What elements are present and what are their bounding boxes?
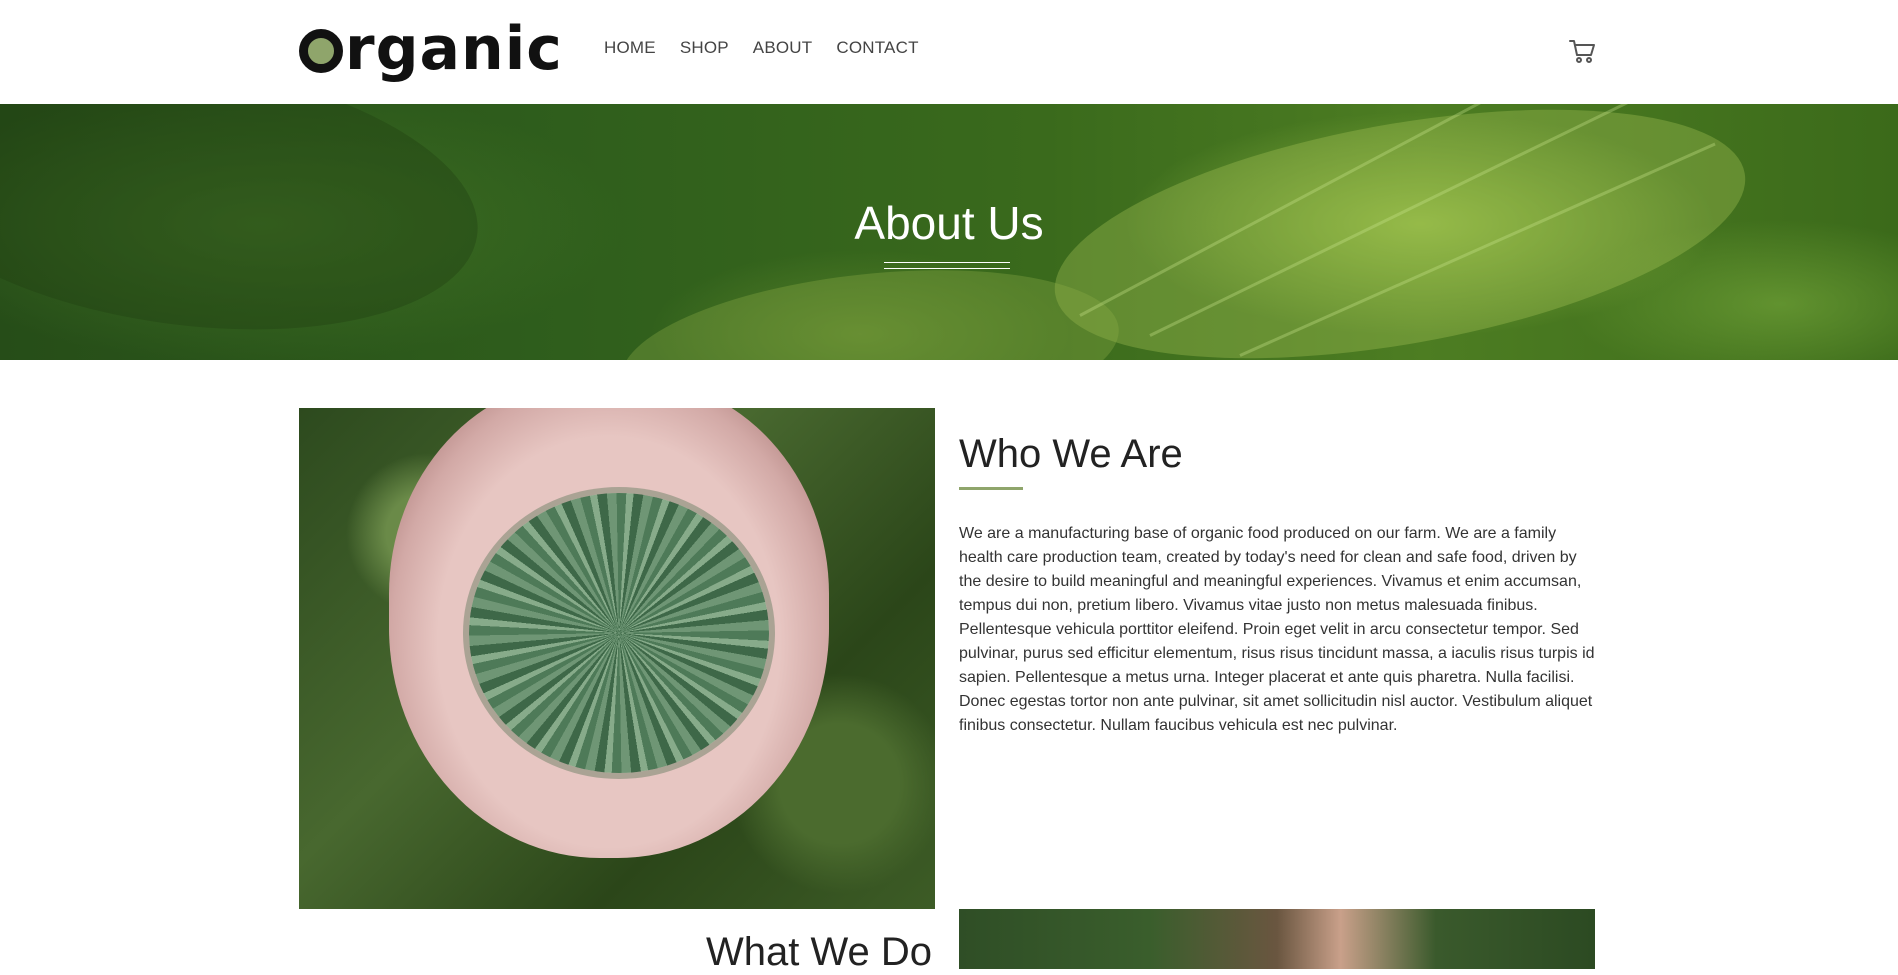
nav-home[interactable]: HOME [604, 38, 656, 58]
banner-leaf-shape [613, 248, 1127, 360]
logo-o-icon [299, 29, 343, 73]
hands-with-needles-image [299, 408, 935, 909]
site-header: rganic HOME SHOP ABOUT CONTACT [0, 0, 1898, 104]
nav-contact[interactable]: CONTACT [836, 38, 918, 58]
nav-about[interactable]: ABOUT [753, 38, 813, 58]
nav-shop[interactable]: SHOP [680, 38, 729, 58]
who-we-are-heading: Who We Are [959, 432, 1183, 476]
pine-needles-shape [469, 493, 769, 773]
who-we-are-text: We are a manufacturing base of organic f… [959, 525, 1595, 734]
main-nav: HOME SHOP ABOUT CONTACT [604, 38, 919, 58]
title-underline [884, 262, 1010, 269]
page-banner: About Us [0, 104, 1898, 360]
logo[interactable]: rganic [299, 14, 563, 84]
shopping-cart-icon[interactable] [1568, 38, 1596, 64]
what-we-do-heading: What We Do [706, 930, 932, 974]
page-title: About Us [854, 197, 1044, 249]
heading-accent-rule [959, 487, 1023, 490]
logo-text: rganic [345, 14, 563, 84]
second-section-image [959, 909, 1595, 969]
